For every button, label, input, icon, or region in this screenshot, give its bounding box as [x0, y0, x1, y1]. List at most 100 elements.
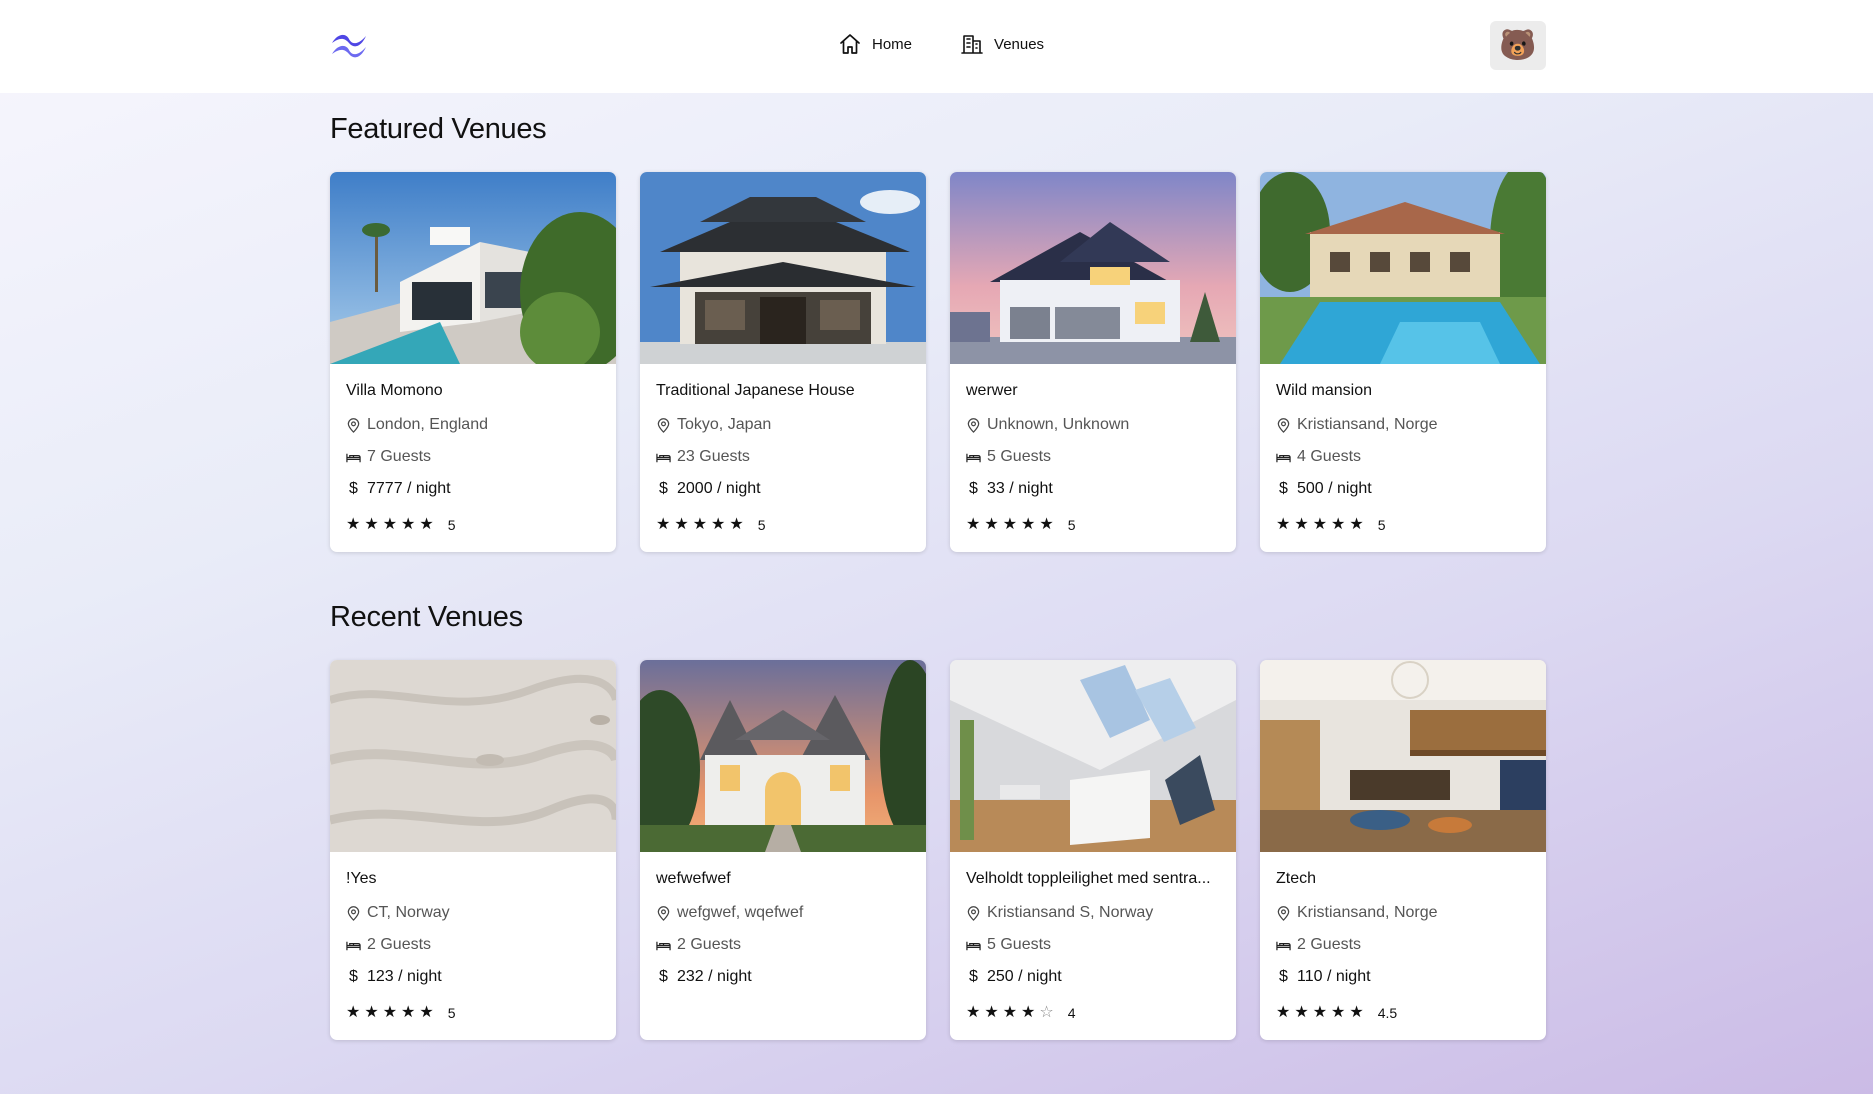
- venue-location: Kristiansand, Norge: [1276, 414, 1530, 436]
- venue-card[interactable]: Villa Momono London, England 7 Guests $ …: [330, 172, 616, 552]
- bed-icon: [656, 941, 671, 950]
- star-filled-icon: ★: [1294, 516, 1309, 533]
- featured-venues-grid: Villa Momono London, England 7 Guests $ …: [330, 172, 1546, 552]
- venue-price: $ 500 / night: [1276, 478, 1530, 500]
- venue-location: Unknown, Unknown: [966, 414, 1220, 436]
- venue-location: wefgwef, wqefwef: [656, 902, 910, 924]
- star-filled-icon: ★: [364, 1004, 379, 1021]
- venue-price: $ 2000 / night: [656, 478, 910, 500]
- venue-name: werwer: [966, 382, 1018, 399]
- venue-price: $ 250 / night: [966, 966, 1220, 988]
- nav-venues[interactable]: Venues: [960, 32, 1044, 56]
- star-filled-icon: ★: [966, 516, 981, 533]
- star-filled-icon: ★: [729, 516, 744, 533]
- map-pin-icon: [967, 417, 980, 433]
- star-filled-icon: ★: [1312, 516, 1328, 533]
- map-pin-icon: [967, 905, 980, 921]
- venue-name: wefwefwef: [656, 870, 731, 887]
- star-filled-icon: ★: [656, 516, 671, 533]
- venue-guests: 5 Guests: [966, 934, 1220, 956]
- rating-value: 5: [447, 1005, 456, 1021]
- venue-guests: 2 Guests: [1276, 934, 1530, 956]
- star-filled-icon: ★: [382, 1004, 398, 1021]
- recent-venues-grid: !Yes CT, Norway 2 Guests $ 123 / night ★…: [330, 660, 1546, 1040]
- nav-home[interactable]: Home: [838, 32, 912, 56]
- map-pin-icon: [1277, 417, 1290, 433]
- venue-image: [1260, 660, 1546, 852]
- venue-guests: 2 Guests: [346, 934, 600, 956]
- dollar-icon: $: [349, 968, 358, 985]
- venue-name: Velholdt toppleilighet med sentra...: [966, 870, 1211, 887]
- venue-name: Wild mansion: [1276, 382, 1373, 399]
- venue-name: Ztech: [1276, 870, 1317, 887]
- venue-rating: ★ ★ ★ ★ ★ 5: [966, 516, 1220, 534]
- venue-guests: 7 Guests: [346, 446, 600, 468]
- bed-icon: [966, 453, 981, 462]
- venue-rating: ★ ★ ★ ★ ★ 5: [346, 1004, 600, 1022]
- venue-guests: 5 Guests: [966, 446, 1220, 468]
- star-filled-icon: ★: [1312, 1004, 1328, 1021]
- venue-card[interactable]: Velholdt toppleilighet med sentra... Kri…: [950, 660, 1236, 1040]
- venue-card[interactable]: wefwefwef wefgwef, wqefwef 2 Guests $ 23…: [640, 660, 926, 1040]
- map-pin-icon: [657, 417, 670, 433]
- venue-image: [330, 660, 616, 852]
- venue-card[interactable]: Ztech Kristiansand, Norge 2 Guests $ 110…: [1260, 660, 1546, 1040]
- star-empty-icon: ☆: [1039, 1004, 1054, 1021]
- star-filled-icon: ★: [984, 516, 999, 533]
- venue-price: $ 110 / night: [1276, 966, 1530, 988]
- star-filled-icon: ★: [1021, 516, 1036, 533]
- star-filled-icon: ★: [1294, 1004, 1309, 1021]
- star-filled-icon: ★: [692, 516, 708, 533]
- bed-icon: [346, 453, 361, 462]
- venue-image: [640, 660, 926, 852]
- star-filled-icon: ★: [1002, 1004, 1018, 1021]
- venue-card[interactable]: werwer Unknown, Unknown 5 Guests $ 33 / …: [950, 172, 1236, 552]
- venue-location: Kristiansand S, Norway: [966, 902, 1220, 924]
- star-filled-icon: ★: [1276, 1004, 1291, 1021]
- star-filled-icon: ★: [1276, 516, 1291, 533]
- star-filled-icon: ★: [419, 516, 434, 533]
- star-filled-icon: ★: [1349, 516, 1364, 533]
- venue-card[interactable]: Wild mansion Kristiansand, Norge 4 Guest…: [1260, 172, 1546, 552]
- star-filled-icon: ★: [1021, 1004, 1036, 1021]
- star-filled-icon: ★: [1039, 516, 1054, 533]
- venue-location: Tokyo, Japan: [656, 414, 910, 436]
- nav-home-label: Home: [872, 35, 913, 53]
- venue-rating: ★ ★ ★ ★ ☆ 4: [966, 1004, 1220, 1022]
- venue-image: [950, 660, 1236, 852]
- venue-location: London, England: [346, 414, 600, 436]
- main-nav: Home Venues: [838, 32, 1044, 56]
- venue-location: Kristiansand, Norge: [1276, 902, 1530, 924]
- user-avatar-button[interactable]: 🐻: [1490, 21, 1546, 70]
- venue-guests: 4 Guests: [1276, 446, 1530, 468]
- star-filled-icon: ★: [674, 516, 689, 533]
- dollar-icon: $: [1279, 480, 1288, 497]
- venue-name: !Yes: [346, 870, 377, 887]
- featured-venues-heading: Featured Venues: [330, 113, 547, 145]
- venue-location: CT, Norway: [346, 902, 600, 924]
- star-filled-icon: ★: [401, 1004, 416, 1021]
- bed-icon: [1276, 453, 1291, 462]
- venue-card[interactable]: Traditional Japanese House Tokyo, Japan …: [640, 172, 926, 552]
- building-icon: [961, 35, 983, 54]
- star-filled-icon: ★: [346, 516, 361, 533]
- map-pin-icon: [657, 905, 670, 921]
- dollar-icon: $: [969, 968, 978, 985]
- star-filled-icon: ★: [401, 516, 416, 533]
- star-filled-icon: ★: [419, 1004, 434, 1021]
- bed-icon: [346, 941, 361, 950]
- map-pin-icon: [347, 417, 360, 433]
- star-filled-icon: ★: [966, 1004, 981, 1021]
- bear-avatar-icon: 🐻: [1499, 28, 1537, 62]
- venue-name: Traditional Japanese House: [656, 382, 855, 399]
- venue-price: $ 232 / night: [656, 966, 910, 988]
- brand-logo-icon[interactable]: [330, 30, 368, 60]
- venue-price: $ 123 / night: [346, 966, 600, 988]
- venue-image: [950, 172, 1236, 364]
- venue-rating: ★ ★ ★ ★ ★ 5: [346, 516, 600, 534]
- star-filled-icon: ★: [984, 1004, 999, 1021]
- top-navbar: Home Venues 🐻: [0, 0, 1873, 93]
- star-filled-icon: ★: [364, 516, 379, 533]
- dollar-icon: $: [349, 480, 358, 497]
- venue-card[interactable]: !Yes CT, Norway 2 Guests $ 123 / night ★…: [330, 660, 616, 1040]
